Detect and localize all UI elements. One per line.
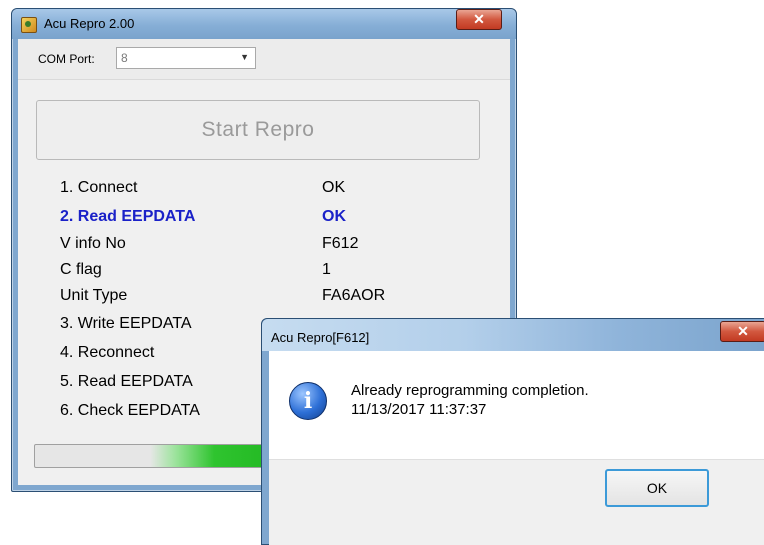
step-label: V info No (60, 235, 126, 252)
dialog-titlebar[interactable]: Acu Repro[F612] ✕ (262, 319, 764, 351)
step-label: C flag (60, 261, 102, 278)
step-label: 5. Read EEPDATA (60, 373, 193, 390)
step-label: 3. Write EEPDATA (60, 315, 192, 332)
dialog-message: Already reprogramming completion. (351, 382, 589, 399)
dialog-close-button[interactable]: ✕ (720, 321, 764, 342)
step-value: 1 (322, 261, 331, 278)
step-value: OK (322, 179, 346, 196)
progress-fill (35, 445, 291, 467)
message-dialog: Acu Repro[F612] ✕ i Already reprogrammin… (261, 318, 764, 545)
main-close-button[interactable]: ✕ (456, 9, 502, 30)
dialog-title: Acu Repro[F612] (271, 330, 370, 345)
com-port-label: COM Port: (38, 52, 95, 66)
chevron-down-icon[interactable]: ▼ (240, 52, 249, 62)
step-value-current: OK (322, 208, 346, 225)
start-repro-button[interactable]: Start Repro (36, 100, 480, 160)
step-label: 1. Connect (60, 179, 138, 196)
com-port-bar: COM Port: 8 ▼ (18, 39, 510, 80)
step-value: F612 (322, 235, 359, 252)
step-value: FA6AOR (322, 287, 386, 304)
com-port-select[interactable]: 8 ▼ (116, 47, 256, 69)
dialog-timestamp: 11/13/2017 11:37:37 (351, 401, 487, 418)
step-label: 4. Reconnect (60, 344, 155, 361)
step-label-current: 2. Read EEPDATA (60, 208, 196, 225)
com-port-value: 8 (121, 51, 128, 65)
main-window-title: Acu Repro 2.00 (44, 16, 135, 31)
ok-button[interactable]: OK (605, 469, 709, 507)
step-label: 6. Check EEPDATA (60, 402, 200, 419)
step-label: Unit Type (60, 287, 128, 304)
app-icon (21, 17, 37, 33)
info-icon: i (289, 382, 327, 420)
main-titlebar[interactable]: Acu Repro 2.00 ✕ (12, 9, 516, 39)
